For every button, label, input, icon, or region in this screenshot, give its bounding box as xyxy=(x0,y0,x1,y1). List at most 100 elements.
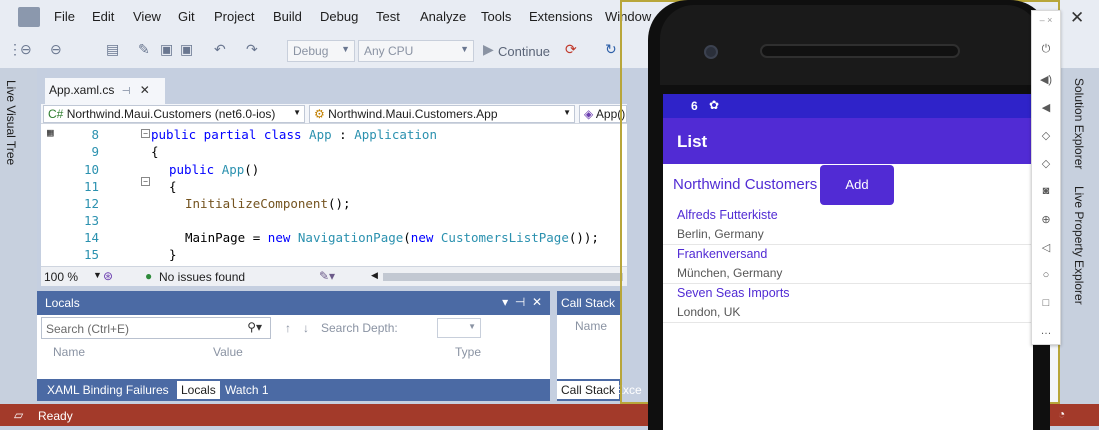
menu-test[interactable]: Test xyxy=(376,9,400,24)
camera-icon xyxy=(704,45,718,59)
menu-file[interactable]: File xyxy=(54,9,75,24)
call-stack-header: Call Stack xyxy=(557,291,620,315)
open-icon[interactable]: ✎ xyxy=(138,41,150,58)
line-number: 10 xyxy=(83,162,99,177)
search-depth-dropdown[interactable]: ▼ xyxy=(437,318,481,338)
hot-reload-icon[interactable]: ⟳ xyxy=(565,41,577,58)
zoom-icon[interactable]: ⊕ xyxy=(1032,213,1060,226)
speaker-grille xyxy=(760,44,960,58)
menu-edit[interactable]: Edit xyxy=(92,9,114,24)
code-line-9: { xyxy=(151,144,159,159)
camera-screenshot-icon[interactable]: ◙ xyxy=(1032,185,1060,197)
left-tool-strip: Live Visual Tree xyxy=(0,68,37,404)
pin-icon[interactable]: ⊣ xyxy=(122,86,131,97)
menu-analyze[interactable]: Analyze xyxy=(420,9,466,24)
app-bar: List xyxy=(663,118,1033,164)
tab-app-xaml-cs[interactable]: App.xaml.cs ⊣ ✕ xyxy=(45,78,165,104)
solution-explorer-tab[interactable]: Solution Explorer xyxy=(1072,78,1086,169)
tab-call-stack[interactable]: Call Stack xyxy=(557,381,620,399)
customers-heading: Northwind Customers xyxy=(673,176,818,193)
status-text: Ready xyxy=(38,409,73,423)
line-number: 8 xyxy=(91,127,99,142)
live-visual-tree-tab[interactable]: Live Visual Tree xyxy=(4,80,18,165)
chevron-down-icon: ▼ xyxy=(293,108,301,117)
add-button[interactable]: Add xyxy=(820,165,894,205)
customer-location: London, UK xyxy=(677,305,741,319)
chevron-down-icon[interactable]: ▾ xyxy=(502,295,508,309)
column-name[interactable]: Name xyxy=(53,345,85,359)
column-value[interactable]: Value xyxy=(213,345,243,359)
menu-view[interactable]: View xyxy=(133,9,161,24)
search-icon[interactable]: ⚲▾ xyxy=(247,320,262,334)
menu-debug[interactable]: Debug xyxy=(320,9,358,24)
forward-icon[interactable]: ⊖ xyxy=(50,41,62,58)
list-item[interactable]: Frankenversand München, Germany xyxy=(663,245,1033,284)
back-icon[interactable]: ⊖ xyxy=(20,41,32,58)
save-all-icon[interactable]: ▣ xyxy=(180,41,193,58)
search-input[interactable]: Search (Ctrl+E) ⚲▾ xyxy=(41,317,271,339)
type-dropdown[interactable]: ⚙ Northwind.Maui.Customers.App ▼ xyxy=(309,105,575,123)
pin-icon[interactable]: ⊣ xyxy=(515,295,525,309)
configuration-dropdown[interactable]: Debug ▼ xyxy=(287,40,355,62)
chevron-down-icon[interactable]: ▼ xyxy=(93,270,102,280)
chevron-down-icon: ▼ xyxy=(460,44,469,54)
volume-up-icon[interactable]: ◀) xyxy=(1032,73,1060,86)
back-icon[interactable]: ◁ xyxy=(1032,241,1060,254)
intellicode-icon[interactable]: ⊛ xyxy=(103,269,113,283)
issues-status[interactable]: No issues found xyxy=(159,270,245,284)
list-item[interactable]: Alfreds Futterkiste Berlin, Germany xyxy=(663,206,1033,245)
search-next-icon[interactable]: ↓ xyxy=(303,321,309,335)
close-icon[interactable]: ✕ xyxy=(1070,8,1084,28)
overview-icon[interactable]: □ xyxy=(1032,297,1060,309)
tab-xaml-binding-failures[interactable]: XAML Binding Failures xyxy=(47,383,169,397)
search-previous-icon[interactable]: ↑ xyxy=(285,321,291,335)
save-icon[interactable]: ▣ xyxy=(160,41,173,58)
call-stack-panel: Call Stack Name Call Stack Exce xyxy=(557,291,642,401)
continue-button[interactable]: Continue xyxy=(498,44,550,59)
tab-locals[interactable]: Locals xyxy=(177,381,220,399)
continue-play-icon[interactable]: ▶ xyxy=(483,41,494,58)
new-item-icon[interactable]: ▤ xyxy=(106,41,119,58)
menu-extensions[interactable]: Extensions xyxy=(529,9,593,24)
power-icon[interactable]: ⏻ xyxy=(1032,43,1060,56)
home-icon[interactable]: ○ xyxy=(1032,269,1060,281)
zoom-level[interactable]: 100 % xyxy=(44,270,78,284)
line-number: 12 xyxy=(83,196,99,211)
undo-icon[interactable]: ↶ xyxy=(214,41,226,58)
live-property-explorer-tab[interactable]: Live Property Explorer xyxy=(1072,186,1086,305)
code-line-8: public partial class App : Application xyxy=(151,127,437,142)
menu-build[interactable]: Build xyxy=(273,9,302,24)
brush-icon[interactable]: ✎▾ xyxy=(319,269,335,283)
tab-watch-1[interactable]: Watch 1 xyxy=(225,383,269,397)
scroll-left-icon[interactable]: ◀ xyxy=(371,270,378,281)
panel-controls: ▾ ⊣ ✕ xyxy=(502,295,542,309)
code-editor[interactable]: ▦ 8 9 10 11 12 13 14 15 − − public parti… xyxy=(41,124,627,266)
rotate-left-icon[interactable]: ◇ xyxy=(1032,129,1060,142)
notification-icon[interactable]: ◔ xyxy=(1058,407,1065,421)
horizontal-scrollbar[interactable] xyxy=(383,273,623,281)
rotate-right-icon[interactable]: ◇ xyxy=(1032,157,1060,170)
close-icon[interactable]: ✕ xyxy=(140,83,150,97)
tab-label: App.xaml.cs xyxy=(49,83,115,97)
visual-studio-logo-icon xyxy=(18,7,40,27)
status-time: 6 xyxy=(691,99,698,113)
menu-git[interactable]: Git xyxy=(178,9,195,24)
project-dropdown[interactable]: C# Northwind.Maui.Customers (net6.0-ios)… xyxy=(43,105,305,123)
close-icon[interactable]: ✕ xyxy=(532,295,542,309)
column-name[interactable]: Name xyxy=(575,319,607,333)
restart-icon[interactable]: ↻ xyxy=(605,41,617,58)
list-item[interactable]: Seven Seas Imports London, UK xyxy=(663,284,1033,323)
menu-project[interactable]: Project xyxy=(214,9,254,24)
menu-tools[interactable]: Tools xyxy=(481,9,511,24)
redo-icon[interactable]: ↷ xyxy=(246,41,258,58)
minimize-icon[interactable]: – × xyxy=(1032,15,1060,25)
call-stack-tab-strip: Call Stack Exce xyxy=(557,379,642,401)
platform-dropdown[interactable]: Any CPU ▼ xyxy=(358,40,474,62)
collapse-icon[interactable]: − xyxy=(141,177,150,186)
collapse-icon[interactable]: − xyxy=(141,129,150,138)
volume-down-icon[interactable]: ◀ xyxy=(1032,101,1060,114)
page-title: List xyxy=(677,132,708,151)
column-type[interactable]: Type xyxy=(455,345,481,359)
csharp-project-icon: C# xyxy=(48,107,64,121)
more-icon[interactable]: … xyxy=(1032,325,1060,337)
